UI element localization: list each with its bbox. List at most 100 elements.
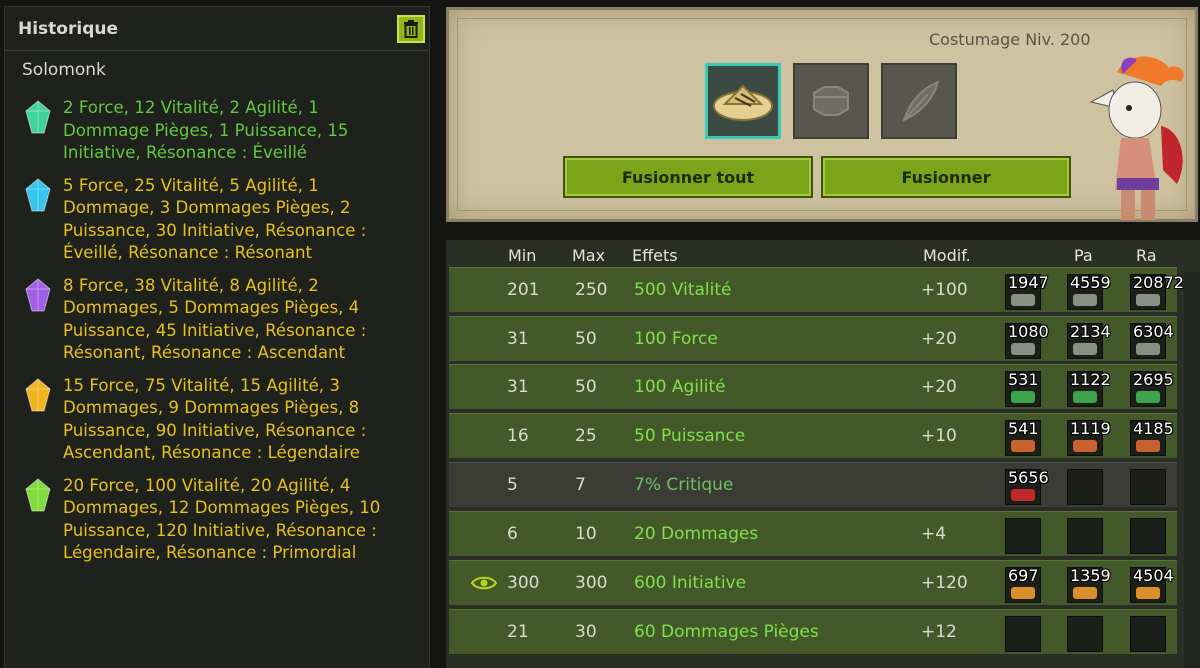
rune-ba-slot[interactable]: 541 bbox=[1005, 419, 1041, 456]
table-row[interactable]: 31 50 100 Force +20 1080 2134 6304 bbox=[449, 316, 1177, 361]
history-entry-text: 8 Force, 38 Vitalité, 8 Agilité, 2 Domma… bbox=[63, 275, 367, 363]
rune-ba-slot-count: 531 bbox=[1008, 370, 1039, 389]
rune-icon bbox=[1136, 343, 1160, 355]
modif-value: +4 bbox=[921, 524, 947, 544]
rune-icon bbox=[1073, 343, 1097, 355]
rune-icon bbox=[1136, 440, 1160, 452]
rune-pa-slot[interactable] bbox=[1067, 518, 1103, 554]
rune-ba-slot[interactable] bbox=[1005, 616, 1041, 652]
rune-ba-slot[interactable]: 531 bbox=[1005, 370, 1041, 407]
history-panel: Historique Solomonk 2 Force, 12 Vitalité… bbox=[4, 6, 430, 668]
clear-history-button[interactable] bbox=[397, 14, 425, 43]
rune-ba-slot-count: 541 bbox=[1008, 419, 1039, 438]
rune-pa-slot[interactable] bbox=[1067, 469, 1103, 505]
effect-value: 60 Dommages Pièges bbox=[634, 622, 819, 642]
history-entry: 2 Force, 12 Vitalité, 2 Agilité, 1 Domma… bbox=[5, 97, 429, 165]
rune-icon bbox=[1011, 391, 1035, 403]
rune-pa-slot[interactable]: 2134 bbox=[1067, 322, 1111, 359]
rune-pa-slot-count: 2134 bbox=[1070, 322, 1111, 341]
rune-pa-slot[interactable]: 1122 bbox=[1067, 370, 1111, 407]
rune-ra-slot[interactable] bbox=[1130, 518, 1166, 554]
effect-value: 7% Critique bbox=[634, 475, 734, 495]
max-value: 50 bbox=[575, 329, 597, 349]
max-value: 7 bbox=[575, 475, 586, 495]
effect-value: 100 Force bbox=[634, 329, 718, 349]
table-row[interactable]: 16 25 50 Puissance +10 541 1119 4185 bbox=[449, 413, 1177, 458]
history-entry: 8 Force, 38 Vitalité, 8 Agilité, 2 Domma… bbox=[5, 275, 429, 365]
rune-ra-slot[interactable]: 20872 bbox=[1130, 273, 1184, 310]
rune-ra-slot[interactable]: 2695 bbox=[1130, 370, 1174, 407]
modif-value: +20 bbox=[921, 377, 957, 397]
rune-pa-slot[interactable]: 1119 bbox=[1067, 419, 1111, 456]
history-entry-text: 5 Force, 25 Vitalité, 5 Agilité, 1 Domma… bbox=[63, 175, 367, 263]
history-entry: 15 Force, 75 Vitalité, 15 Agilité, 3 Dom… bbox=[5, 375, 429, 465]
table-row[interactable]: 201 250 500 Vitalité +100 1947 4559 20872 bbox=[449, 267, 1184, 312]
rune-ba-slot-count: 697 bbox=[1008, 566, 1039, 585]
rune-icon bbox=[1136, 391, 1160, 403]
effect-value: 50 Puissance bbox=[634, 426, 746, 446]
fuse-all-button[interactable]: Fusionner tout bbox=[563, 156, 813, 198]
rune-icon bbox=[1011, 343, 1035, 355]
rune-ra-slot[interactable] bbox=[1130, 469, 1166, 505]
min-value: 16 bbox=[507, 426, 529, 446]
rune-ba-slot[interactable]: 1947 bbox=[1005, 273, 1049, 310]
header-effects: Effets bbox=[632, 246, 678, 265]
modif-value: +12 bbox=[921, 622, 957, 642]
rune-crystal-icon bbox=[25, 377, 51, 411]
rune-pa-slot[interactable] bbox=[1067, 616, 1103, 652]
min-value: 21 bbox=[507, 622, 529, 642]
effect-value: 500 Vitalité bbox=[634, 280, 732, 300]
table-row[interactable]: 5 7 7% Critique 5656 bbox=[449, 462, 1177, 507]
header-max: Max bbox=[572, 246, 606, 265]
rune-ra-slot-count: 4504 bbox=[1133, 566, 1174, 585]
rune-ba-slot-count: 5656 bbox=[1008, 468, 1049, 487]
rune-icon bbox=[1011, 489, 1035, 501]
modif-value: +20 bbox=[921, 329, 957, 349]
table-row[interactable]: 6 10 20 Dommages +4 bbox=[449, 511, 1177, 556]
min-value: 300 bbox=[507, 573, 540, 593]
header-ra: Ra bbox=[1136, 246, 1157, 265]
rune-icon bbox=[1073, 587, 1097, 599]
rune-pa-slot[interactable]: 1359 bbox=[1067, 566, 1111, 603]
rune-pa-slot[interactable]: 4559 bbox=[1067, 273, 1111, 310]
stats-table: Min Max Effets Modif. Pa Ra 201 250 500 Vi… bbox=[446, 240, 1200, 668]
effect-value: 600 Initiative bbox=[634, 573, 747, 593]
rune-ra-slot[interactable]: 6304 bbox=[1130, 322, 1174, 359]
effect-value: 100 Agilité bbox=[634, 377, 726, 397]
table-row[interactable]: 21 30 60 Dommages Pièges +12 bbox=[449, 609, 1177, 654]
max-value: 25 bbox=[575, 426, 597, 446]
eye-icon[interactable] bbox=[471, 575, 497, 591]
rune-ra-slot-count: 4185 bbox=[1133, 419, 1174, 438]
table-row[interactable]: 31 50 100 Agilité +20 531 1122 2695 bbox=[449, 364, 1177, 409]
history-header: Historique bbox=[5, 7, 429, 51]
rune-ba-slot[interactable] bbox=[1005, 518, 1041, 554]
rune-ra-slot-count: 20872 bbox=[1133, 273, 1184, 292]
costume-level-label: Costumage Niv. 200 bbox=[929, 30, 1091, 49]
rune-ba-slot[interactable]: 5656 bbox=[1005, 468, 1049, 505]
table-row[interactable]: 300 300 600 Initiative +120 697 1359 4504 bbox=[449, 560, 1177, 605]
max-value: 250 bbox=[575, 280, 608, 300]
rune-ba-slot-count: 1080 bbox=[1008, 322, 1049, 341]
modif-value: +120 bbox=[921, 573, 968, 593]
rune-ra-slot[interactable]: 4504 bbox=[1130, 566, 1174, 603]
rune-ra-slot-count: 2695 bbox=[1133, 370, 1174, 389]
min-value: 31 bbox=[507, 377, 529, 397]
min-value: 201 bbox=[507, 280, 540, 300]
rune-ba-slot[interactable]: 1080 bbox=[1005, 322, 1049, 359]
rune-icon bbox=[1136, 587, 1160, 599]
fuse-button[interactable]: Fusionner bbox=[821, 156, 1071, 198]
item-slot-rune[interactable] bbox=[793, 63, 869, 139]
rune-icon bbox=[1073, 391, 1097, 403]
rune-icon bbox=[1073, 294, 1097, 306]
rune-icon bbox=[1073, 440, 1097, 452]
table-scrollbar[interactable] bbox=[1184, 272, 1200, 668]
item-slot-hat[interactable] bbox=[705, 63, 781, 139]
rune-ra-slot[interactable] bbox=[1130, 616, 1166, 652]
item-slot-feather[interactable] bbox=[881, 63, 957, 139]
max-value: 30 bbox=[575, 622, 597, 642]
history-entry: 5 Force, 25 Vitalité, 5 Agilité, 1 Domma… bbox=[5, 175, 429, 265]
rune-ra-slot[interactable]: 4185 bbox=[1130, 419, 1174, 456]
rune-icon bbox=[1011, 587, 1035, 599]
rune-ba-slot[interactable]: 697 bbox=[1005, 566, 1041, 603]
max-value: 50 bbox=[575, 377, 597, 397]
